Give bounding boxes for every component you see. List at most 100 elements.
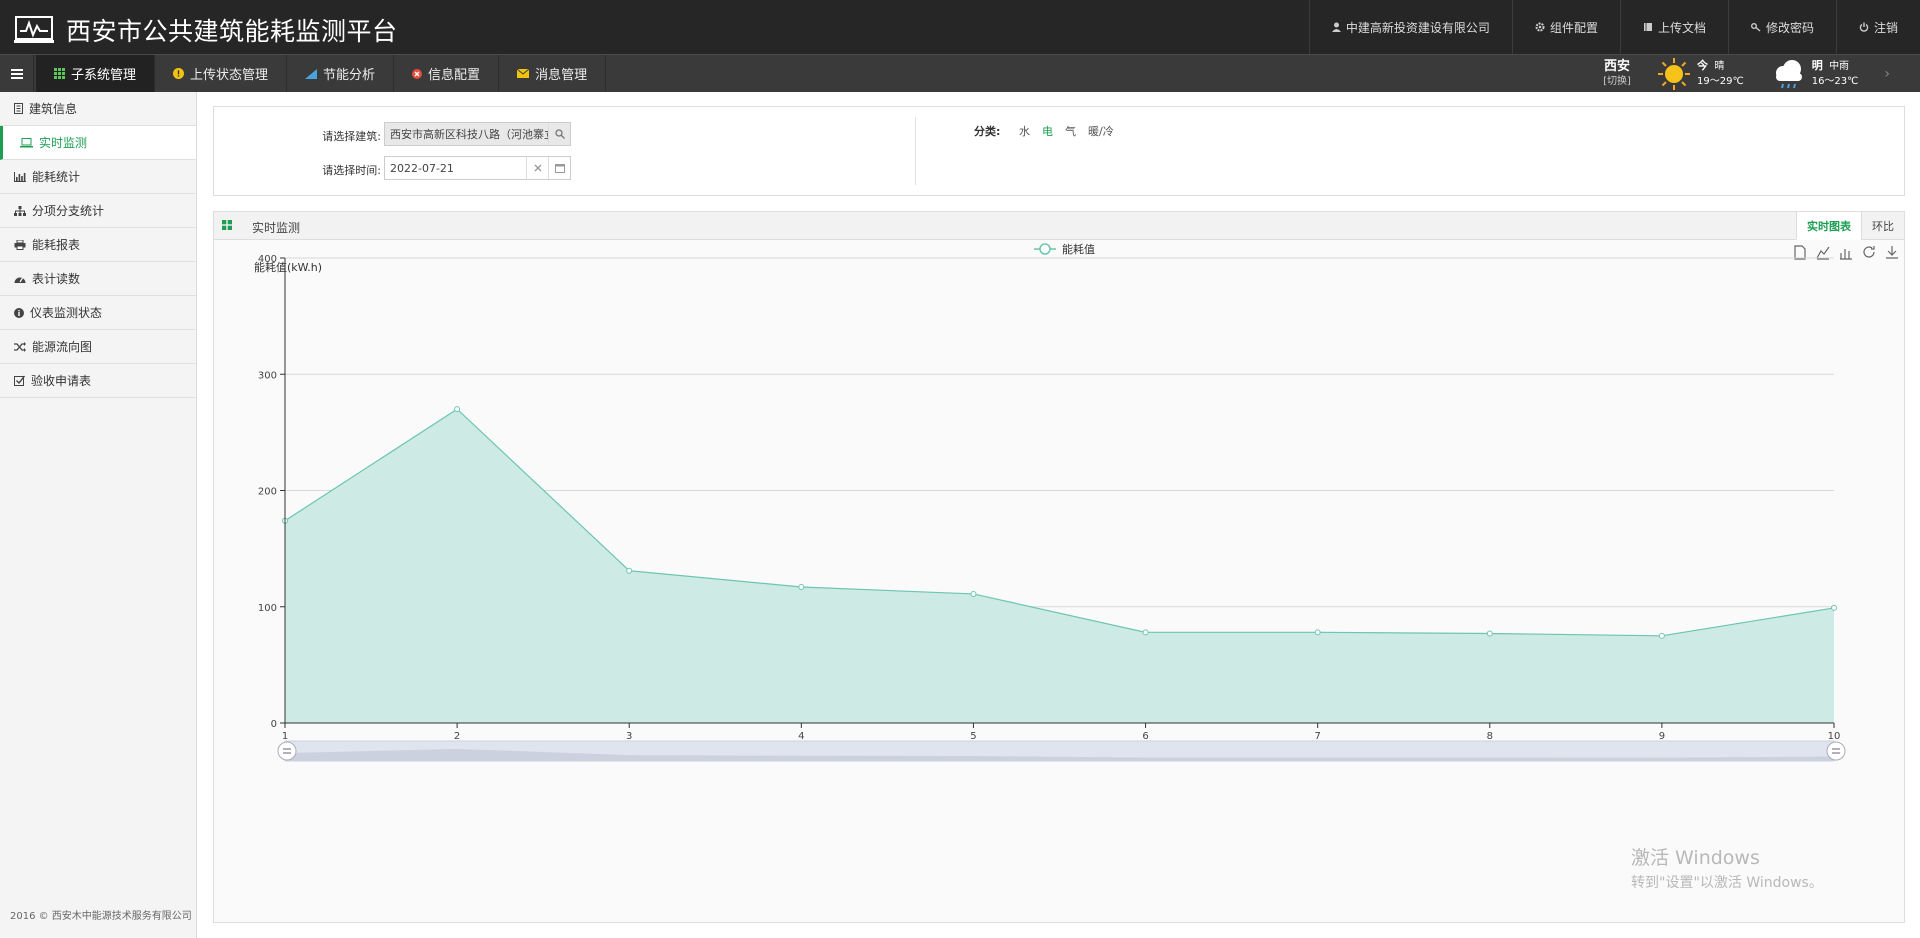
- category-gas[interactable]: 气: [1065, 123, 1076, 139]
- x-tick-label: 6: [1142, 731, 1148, 742]
- category-electricity[interactable]: 电: [1042, 123, 1053, 139]
- monitor-logo-icon: [14, 16, 54, 43]
- y-tick-label: 0: [271, 719, 277, 730]
- weather-widget: 西安 [切换] 今 晴 19～29℃ 明 中雨 16～23℃ ›: [1587, 55, 1920, 92]
- sidebar-item-energy-flow[interactable]: 能源流向图: [0, 330, 196, 364]
- sitemap-icon: [14, 205, 26, 216]
- refresh-icon[interactable]: [1863, 246, 1875, 258]
- y-tick-label: 300: [258, 370, 277, 381]
- rain-cloud-icon: [1775, 59, 1802, 88]
- city-switch-link[interactable]: [切换]: [1587, 75, 1647, 88]
- sidebar: 建筑信息 实时监测 能耗统计 分项分支统计 能耗报表 表计读数 仪表监测状态 能…: [0, 92, 197, 938]
- calendar-button[interactable]: [548, 157, 570, 179]
- x-tick-label: 2: [454, 731, 460, 742]
- sun-icon: [1658, 57, 1691, 90]
- data-point: [970, 590, 977, 597]
- app-header: 西安市公共建筑能耗监测平台 中建高新投资建设有限公司 组件配置 上传文档 修改密…: [0, 0, 1920, 54]
- tab-label: 上传状态管理: [190, 68, 269, 83]
- line-chart-icon[interactable]: [1816, 246, 1830, 260]
- power-icon: [1859, 22, 1869, 32]
- logout-label: 注销: [1873, 20, 1898, 35]
- tab-energy-analysis[interactable]: 节能分析: [287, 55, 395, 92]
- sidebar-item-building-info[interactable]: 建筑信息: [0, 92, 196, 126]
- signal-bars-icon: [305, 68, 318, 79]
- tab-message-management[interactable]: 消息管理: [499, 55, 607, 92]
- tab-label: 节能分析: [323, 68, 376, 83]
- tab-period-comparison[interactable]: 环比: [1861, 212, 1904, 240]
- sidebar-item-energy-report[interactable]: 能耗报表: [0, 228, 196, 262]
- data-view-icon[interactable]: [1794, 245, 1806, 260]
- clear-date-button[interactable]: [526, 157, 548, 179]
- category-heating-cooling[interactable]: 暖/冷: [1088, 123, 1114, 139]
- company-link[interactable]: 中建高新投资建设有限公司: [1308, 0, 1512, 54]
- today-label: 今: [1697, 59, 1709, 72]
- tab-info-config[interactable]: 信息配置: [394, 55, 500, 92]
- date-input[interactable]: 2022-07-21: [384, 156, 571, 180]
- date-value: 2022-07-21: [390, 161, 454, 175]
- sidebar-item-label: 分项分支统计: [32, 204, 105, 218]
- book-icon: [1643, 23, 1652, 31]
- x-tick-label: 7: [1314, 731, 1320, 742]
- change-password-label: 修改密码: [1765, 20, 1814, 35]
- component-config-link[interactable]: 组件配置: [1511, 0, 1620, 54]
- sidebar-item-realtime-monitoring[interactable]: 实时监测: [0, 126, 196, 160]
- download-icon[interactable]: [1886, 246, 1898, 259]
- tab-realtime-chart[interactable]: 实时图表: [1796, 212, 1861, 240]
- zoom-handle-right[interactable]: [1826, 741, 1846, 761]
- tomorrow-condition: 中雨: [1829, 61, 1850, 72]
- data-point: [626, 567, 633, 574]
- x-tick-label: 10: [1828, 731, 1841, 742]
- time-label: 请选择时间:: [322, 164, 381, 177]
- category-water[interactable]: 水: [1019, 123, 1030, 139]
- x-tick-label: 8: [1487, 731, 1493, 742]
- sidebar-item-energy-statistics[interactable]: 能耗统计: [0, 160, 196, 194]
- bar-chart-toggle-icon[interactable]: [1840, 249, 1852, 260]
- info-circle-icon: [173, 68, 185, 79]
- key-icon: [1750, 23, 1761, 32]
- bar-chart-icon: [14, 171, 26, 182]
- weather-today: 今 晴 19～29℃: [1657, 57, 1744, 91]
- filter-panel: 请选择建筑: 西安市高新区科技八路（河池寨立 请选择时间: 2022-07-21…: [213, 106, 1905, 196]
- windows-activation-watermark: 激活 Windows 转到"设置"以激活 Windows。: [1631, 843, 1823, 892]
- city-selector[interactable]: 西安 [切换]: [1587, 59, 1647, 88]
- sidebar-item-label: 仪表监测状态: [30, 306, 103, 320]
- data-point: [1142, 629, 1149, 636]
- y-tick-label: 200: [258, 487, 277, 498]
- tab-upload-status[interactable]: 上传状态管理: [155, 55, 288, 92]
- print-icon: [14, 239, 26, 250]
- tomorrow-temperature: 16～23℃: [1811, 76, 1859, 87]
- component-config-label: 组件配置: [1549, 20, 1598, 35]
- change-password-link[interactable]: 修改密码: [1727, 0, 1836, 54]
- logout-link[interactable]: 注销: [1835, 0, 1920, 54]
- search-button[interactable]: [548, 123, 570, 145]
- zoom-handle-left[interactable]: [277, 741, 297, 761]
- calendar-icon: [554, 164, 565, 173]
- menu-toggle-button[interactable]: [0, 55, 34, 92]
- building-icon: [14, 103, 23, 114]
- sidebar-item-instrument-status[interactable]: 仪表监测状态: [0, 296, 196, 330]
- remove-circle-icon: [412, 68, 423, 79]
- building-value: 西安市高新区科技八路（河池寨立: [390, 128, 548, 141]
- upload-doc-link[interactable]: 上传文档: [1619, 0, 1728, 54]
- tab-label: 子系统管理: [71, 68, 137, 83]
- check-square-icon: [14, 375, 25, 386]
- sidebar-item-acceptance-form[interactable]: 验收申请表: [0, 364, 196, 398]
- sidebar-item-sub-item-statistics[interactable]: 分项分支统计: [0, 194, 196, 228]
- tab-label: 信息配置: [428, 68, 481, 83]
- tab-subsystem-management[interactable]: 子系统管理: [36, 55, 156, 92]
- copyright-text: 2016 © 西安木中能源技术服务有限公司: [10, 911, 192, 922]
- data-point: [798, 583, 805, 590]
- today-temperature: 19～29℃: [1697, 76, 1744, 87]
- building-input[interactable]: 西安市高新区科技八路（河池寨立: [384, 122, 571, 146]
- random-icon: [14, 341, 26, 352]
- y-tick-label: 100: [258, 603, 277, 614]
- sidebar-item-label: 实时监测: [39, 136, 88, 150]
- x-tick-label: 3: [626, 731, 632, 742]
- data-point: [1486, 630, 1493, 637]
- gear-icon: [1535, 22, 1545, 32]
- chevron-right-icon[interactable]: ›: [1884, 66, 1890, 82]
- sidebar-item-meter-reading[interactable]: 表计读数: [0, 262, 196, 296]
- close-icon: [534, 164, 541, 172]
- info-icon: [14, 307, 24, 318]
- y-tick-label: 400: [258, 254, 277, 265]
